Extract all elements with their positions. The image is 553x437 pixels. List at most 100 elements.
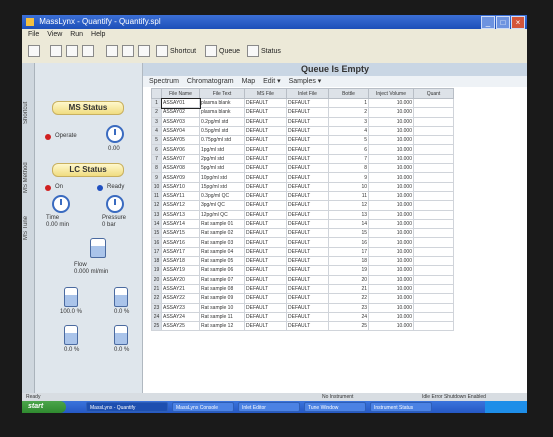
table-cell[interactable]: 3pg/ml QC (199, 200, 245, 211)
table-cell[interactable]: ASSAY06 (161, 144, 200, 155)
table-row[interactable]: 3 ASSAY03 0.2pg/ml std DEFAULT DEFAULT 3 10.00… (151, 116, 454, 127)
table-cell[interactable]: DEFAULT (286, 283, 329, 295)
side-tab-ms-method[interactable]: MS Method (23, 153, 33, 203)
table-cell[interactable]: DEFAULT (286, 116, 329, 127)
table-cell[interactable]: 15 (151, 228, 162, 239)
table-cell[interactable]: 21 (151, 283, 162, 295)
table-cell[interactable]: ASSAY23 (161, 302, 200, 313)
table-cell[interactable]: 24 (151, 311, 162, 323)
table-cell[interactable]: DEFAULT (244, 107, 287, 118)
table-cell[interactable]: 4 (151, 125, 162, 137)
table-cell[interactable]: 6 (151, 144, 162, 155)
table-cell[interactable]: 10.000 (368, 172, 414, 183)
column-header[interactable]: File Text (199, 88, 245, 99)
table-cell[interactable]: 10.000 (368, 283, 414, 295)
taskbar-item-console[interactable]: MassLynx Console (172, 402, 234, 412)
operate-label[interactable]: Operate (55, 133, 77, 139)
table-cell[interactable] (413, 246, 454, 258)
table-cell[interactable] (413, 302, 454, 313)
table-cell[interactable] (413, 153, 454, 165)
table-cell[interactable]: DEFAULT (244, 125, 287, 137)
table-row[interactable]: 13 ASSAY13 12pg/ml QC DEFAULT DEFAULT 13 10.00… (151, 209, 454, 220)
table-cell[interactable]: 25 (151, 321, 162, 332)
table-cell[interactable]: 11 (328, 190, 369, 202)
table-cell[interactable]: DEFAULT (244, 302, 287, 313)
table-cell[interactable] (413, 274, 454, 285)
edit-menu[interactable]: Edit ▾ (263, 78, 281, 85)
table-cell[interactable]: 23 (328, 302, 369, 313)
table-cell[interactable]: 0.75pg/ml std (199, 135, 245, 146)
table-cell[interactable] (413, 163, 454, 174)
table-cell[interactable] (413, 283, 454, 295)
table-cell[interactable]: DEFAULT (244, 135, 287, 146)
table-cell[interactable]: 25 (328, 321, 369, 332)
table-cell[interactable] (413, 209, 454, 220)
table-cell[interactable]: DEFAULT (286, 135, 329, 146)
new-icon[interactable] (28, 45, 42, 59)
table-cell[interactable]: ASSAY16 (161, 237, 200, 248)
queue-button[interactable]: Queue (205, 45, 240, 59)
table-row[interactable]: 15 ASSAY15 Rat sample 02 DEFAULT DEFAULT 15 10… (151, 228, 454, 239)
table-cell[interactable]: DEFAULT (244, 228, 287, 239)
table-cell[interactable]: DEFAULT (286, 293, 329, 304)
table-row[interactable]: 2 ASSAY02 plasma blank DEFAULT DEFAULT 2 10.00… (151, 107, 454, 118)
table-cell[interactable]: 7 (151, 153, 162, 165)
table-cell[interactable]: 24 (328, 311, 369, 323)
table-cell[interactable]: 0.3pg/ml QC (199, 190, 245, 202)
table-cell[interactable]: plasma blank (199, 107, 245, 118)
table-cell[interactable]: 21 (328, 283, 369, 295)
table-cell[interactable] (413, 321, 454, 332)
table-cell[interactable]: 13 (151, 209, 162, 220)
stop-icon[interactable] (138, 45, 152, 59)
table-cell[interactable]: DEFAULT (244, 116, 287, 127)
table-cell[interactable]: 2pg/ml std (199, 153, 245, 165)
table-cell[interactable]: 13 (328, 209, 369, 220)
samples-menu[interactable]: Samples ▾ (289, 78, 322, 85)
lc-on-label[interactable]: On (55, 184, 63, 190)
table-cell[interactable]: 10.000 (368, 256, 414, 267)
table-cell[interactable]: 1 (151, 97, 162, 109)
table-cell[interactable]: DEFAULT (286, 125, 329, 137)
table-cell[interactable]: DEFAULT (286, 107, 329, 118)
table-cell[interactable]: ASSAY10 (161, 181, 200, 192)
column-header[interactable] (151, 88, 162, 99)
table-cell[interactable]: DEFAULT (286, 190, 329, 202)
table-cell[interactable]: 18 (151, 256, 162, 267)
table-cell[interactable]: 2 (328, 107, 369, 118)
table-cell[interactable]: 10.000 (368, 293, 414, 304)
taskbar-item-tune[interactable]: Tune Window (304, 402, 366, 412)
table-row[interactable]: 14 ASSAY14 Rat sample 01 DEFAULT DEFAULT 14 10… (151, 218, 454, 230)
table-cell[interactable]: 14 (328, 218, 369, 230)
table-cell[interactable]: DEFAULT (286, 200, 329, 211)
table-cell[interactable]: DEFAULT (286, 256, 329, 267)
table-cell[interactable]: 7 (328, 153, 369, 165)
table-cell[interactable]: 17 (328, 246, 369, 258)
table-row[interactable]: 20 ASSAY20 Rat sample 07 DEFAULT DEFAULT 20 10… (151, 274, 454, 285)
table-cell[interactable]: ASSAY17 (161, 246, 200, 258)
table-cell[interactable]: ASSAY24 (161, 311, 200, 323)
table-row[interactable]: 23 ASSAY23 Rat sample 10 DEFAULT DEFAULT 23 10… (151, 302, 454, 313)
column-header[interactable]: Inject Volume (368, 88, 414, 99)
table-cell[interactable]: ASSAY22 (161, 293, 200, 304)
table-row[interactable]: 9 ASSAY09 10pg/ml std DEFAULT DEFAULT 9 10.000 (151, 172, 454, 183)
table-cell[interactable]: 10 (151, 181, 162, 192)
table-cell[interactable] (413, 172, 454, 183)
status-button[interactable]: Status (247, 45, 281, 59)
table-cell[interactable]: Rat sample 09 (199, 293, 245, 304)
table-cell[interactable]: 10.000 (368, 200, 414, 211)
table-cell[interactable]: 14 (151, 218, 162, 230)
table-cell[interactable] (413, 200, 454, 211)
table-cell[interactable]: Rat sample 05 (199, 256, 245, 267)
table-cell[interactable]: DEFAULT (286, 237, 329, 248)
table-cell[interactable]: 10.000 (368, 209, 414, 220)
table-cell[interactable]: 20 (151, 274, 162, 285)
table-cell[interactable]: ASSAY20 (161, 274, 200, 285)
table-cell[interactable]: DEFAULT (244, 144, 287, 155)
table-row[interactable]: 18 ASSAY18 Rat sample 05 DEFAULT DEFAULT 18 10… (151, 256, 454, 267)
table-cell[interactable]: 22 (328, 293, 369, 304)
table-cell[interactable]: Rat sample 07 (199, 274, 245, 285)
table-cell[interactable]: ASSAY01 (160, 97, 201, 109)
table-cell[interactable]: DEFAULT (286, 228, 329, 239)
table-cell[interactable]: DEFAULT (286, 265, 329, 276)
table-cell[interactable]: Rat sample 06 (199, 265, 245, 276)
